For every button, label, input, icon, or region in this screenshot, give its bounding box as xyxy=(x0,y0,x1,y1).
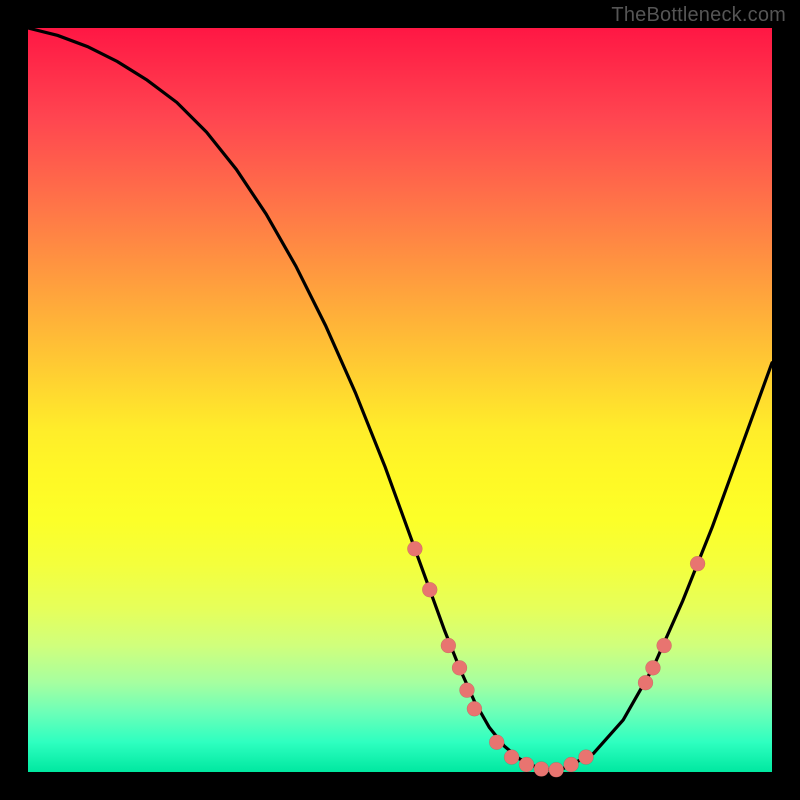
data-marker xyxy=(452,660,467,675)
data-marker xyxy=(489,735,504,750)
data-marker xyxy=(534,762,549,777)
data-marker xyxy=(645,660,660,675)
data-marker xyxy=(504,750,519,765)
data-marker xyxy=(690,556,705,571)
data-marker xyxy=(657,638,672,653)
data-marker xyxy=(407,541,422,556)
data-marker xyxy=(422,582,437,597)
data-marker xyxy=(467,701,482,716)
data-marker xyxy=(549,762,564,777)
data-marker xyxy=(579,750,594,765)
curve-line xyxy=(28,28,772,770)
data-marker xyxy=(638,675,653,690)
data-marker xyxy=(441,638,456,653)
data-marker xyxy=(564,757,579,772)
data-marker xyxy=(519,757,534,772)
markers xyxy=(407,541,705,777)
chart-svg xyxy=(28,28,772,772)
data-marker xyxy=(459,683,474,698)
watermark: TheBottleneck.com xyxy=(611,4,786,27)
plot-area xyxy=(28,28,772,772)
